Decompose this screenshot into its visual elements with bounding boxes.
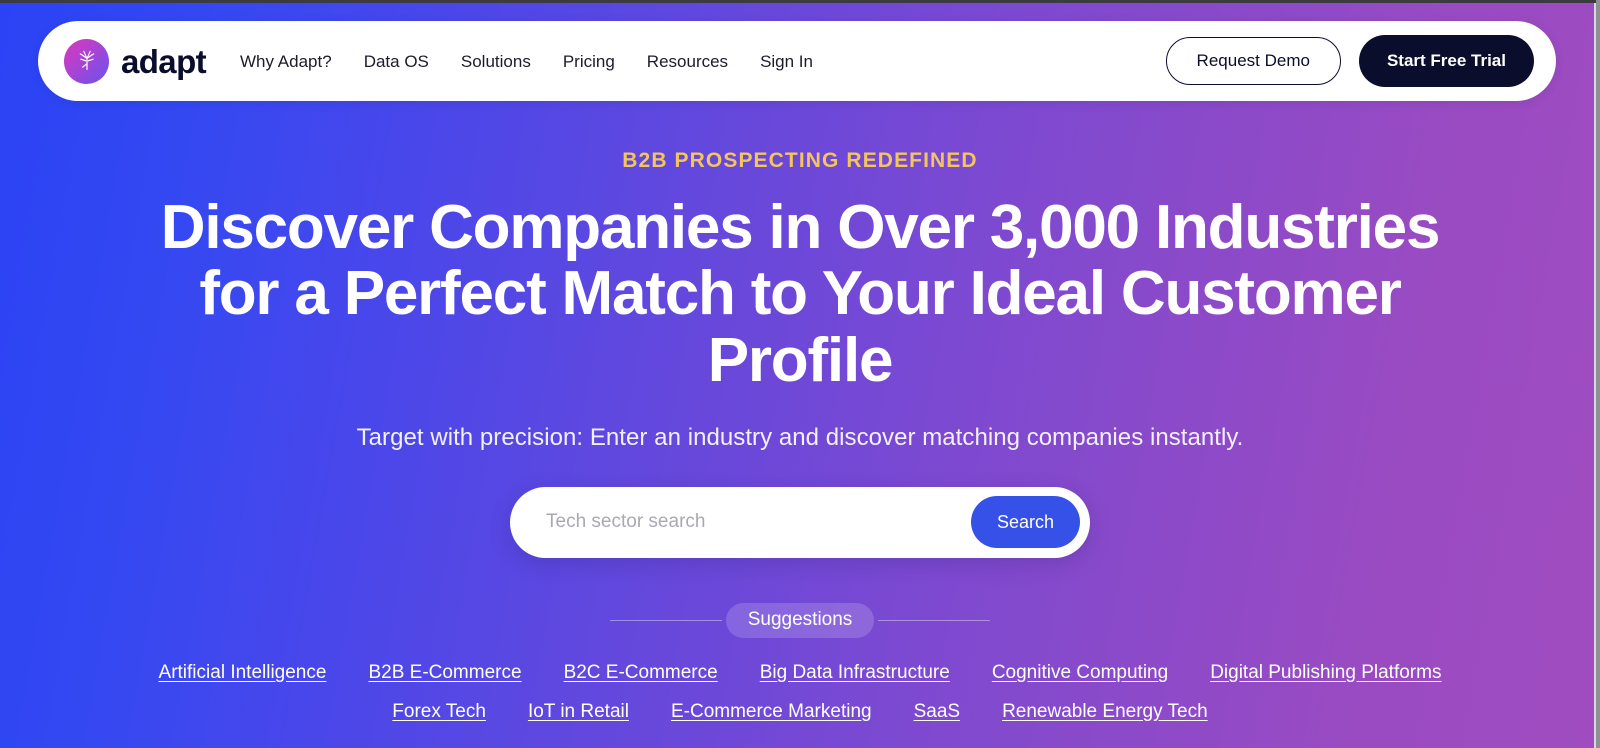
suggestion-saas[interactable]: SaaS [914, 701, 960, 723]
suggestion-forex-tech[interactable]: Forex Tech [392, 701, 486, 723]
header-actions: Request Demo Start Free Trial [1165, 35, 1534, 87]
suggestion-big-data-infrastructure[interactable]: Big Data Infrastructure [760, 662, 950, 684]
page-viewport: adapt Why Adapt? Data OS Solutions Prici… [0, 0, 1600, 748]
nav-item-solutions[interactable]: Solutions [461, 53, 531, 70]
suggestion-b2c-e-commerce[interactable]: B2C E-Commerce [564, 662, 718, 684]
nav-item-data-os[interactable]: Data OS [364, 53, 429, 70]
suggestion-renewable-energy-tech[interactable]: Renewable Energy Tech [1002, 701, 1208, 723]
suggestion-row-1: Artificial Intelligence B2B E-Commerce B… [0, 662, 1600, 684]
brand-logo[interactable]: adapt [64, 38, 207, 84]
hero-subtitle: Target with precision: Enter an industry… [356, 423, 1244, 451]
suggestions-divider: Suggestions [610, 602, 991, 638]
suggestion-row-2: Forex Tech IoT in Retail E-Commerce Mark… [0, 701, 1600, 723]
nav-item-sign-in[interactable]: Sign In [760, 53, 813, 70]
suggestion-cognitive-computing[interactable]: Cognitive Computing [992, 662, 1168, 684]
suggestions-label: Suggestions [725, 602, 875, 638]
browser-right-edge [1596, 0, 1600, 748]
suggestion-iot-in-retail[interactable]: IoT in Retail [528, 701, 629, 723]
search-bar: Search [510, 486, 1090, 558]
nav-item-resources[interactable]: Resources [647, 53, 728, 70]
adapt-tree-mark-icon [64, 38, 109, 84]
hero-eyebrow: B2B PROSPECTING REDEFINED [622, 149, 978, 172]
divider-rule-right [878, 619, 991, 621]
nav-item-pricing[interactable]: Pricing [563, 53, 615, 70]
suggestion-digital-publishing-platforms[interactable]: Digital Publishing Platforms [1210, 662, 1441, 684]
suggestion-e-commerce-marketing[interactable]: E-Commerce Marketing [671, 701, 872, 723]
divider-rule-left [610, 619, 722, 621]
start-free-trial-button[interactable]: Start Free Trial [1358, 35, 1534, 87]
browser-top-edge [0, 0, 1600, 3]
search-button[interactable]: Search [970, 496, 1080, 549]
page-title: Discover Companies in Over 3,000 Industr… [160, 193, 1441, 395]
suggestion-links: Artificial Intelligence B2B E-Commerce B… [0, 662, 1600, 723]
suggestion-b2b-e-commerce[interactable]: B2B E-Commerce [368, 662, 521, 684]
request-demo-button[interactable]: Request Demo [1165, 37, 1341, 85]
brand-name: adapt [121, 42, 207, 80]
primary-nav: Why Adapt? Data OS Solutions Pricing Res… [240, 53, 813, 70]
hero-section: B2B PROSPECTING REDEFINED Discover Compa… [0, 101, 1600, 740]
suggestion-artificial-intelligence[interactable]: Artificial Intelligence [159, 662, 327, 684]
search-input[interactable] [544, 486, 971, 558]
nav-item-why-adapt[interactable]: Why Adapt? [240, 53, 332, 70]
site-header: adapt Why Adapt? Data OS Solutions Prici… [38, 21, 1556, 101]
